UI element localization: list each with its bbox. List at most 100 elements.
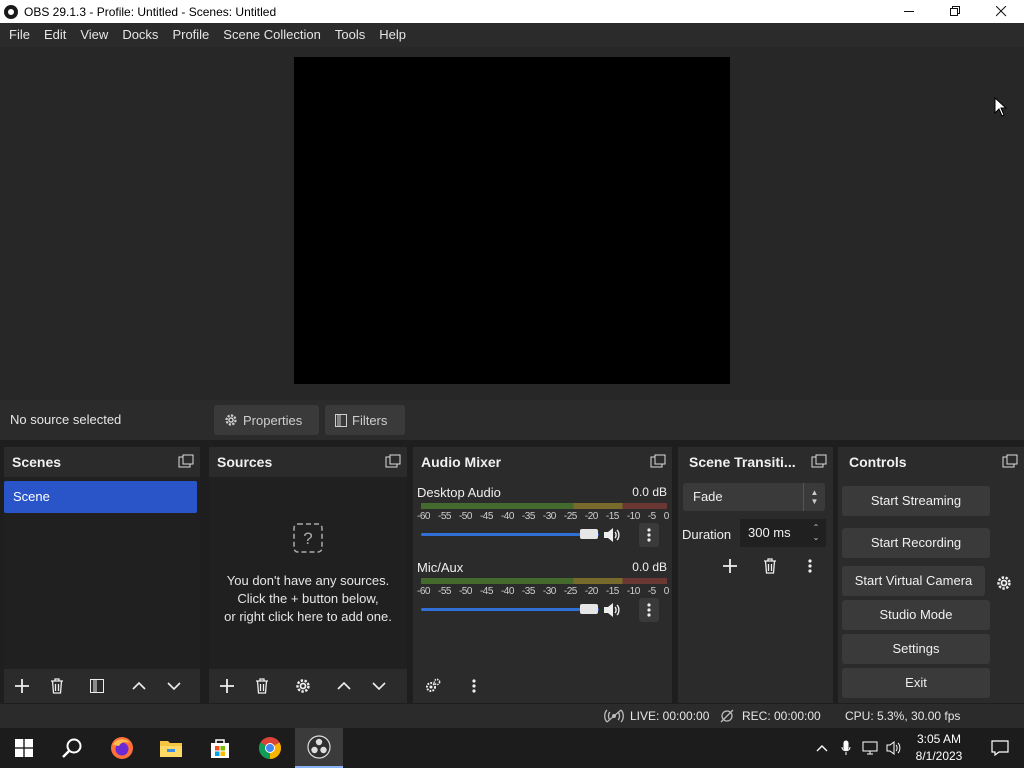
show-hidden-icons-button[interactable]: [810, 728, 834, 768]
restore-button[interactable]: [932, 0, 978, 23]
empty-sources-line2: Click the + button below,: [237, 591, 379, 606]
filters-button[interactable]: Filters: [325, 405, 405, 435]
scale-tick: -55: [437, 511, 451, 522]
advanced-audio-properties-button[interactable]: [418, 672, 448, 700]
cpu-text: CPU: 5.3%, 30.00 fps: [845, 709, 961, 723]
virtual-camera-settings-button[interactable]: [988, 568, 1020, 598]
start-virtual-camera-button[interactable]: Start Virtual Camera: [842, 566, 985, 596]
microphone-tray-button[interactable]: [834, 728, 858, 768]
scale-tick: -40: [500, 511, 514, 522]
menu-profile[interactable]: Profile: [165, 23, 216, 47]
firefox-taskbar-button[interactable]: [98, 728, 146, 768]
mixer-menu-button[interactable]: [459, 672, 489, 700]
scale-tick: -60: [417, 511, 430, 522]
add-source-button[interactable]: [212, 672, 242, 700]
preview-area[interactable]: [0, 47, 1024, 400]
properties-button[interactable]: Properties: [214, 405, 319, 435]
move-scene-down-button[interactable]: [159, 672, 189, 700]
start-streaming-button[interactable]: Start Streaming: [842, 486, 990, 516]
network-tray-button[interactable]: [858, 728, 882, 768]
menu-docks[interactable]: Docks: [115, 23, 165, 47]
select-arrows-icon: ▲ ▼: [803, 483, 825, 511]
add-transition-button[interactable]: [714, 552, 746, 580]
add-scene-button[interactable]: [7, 672, 37, 700]
volume-slider-handle[interactable]: [580, 529, 598, 539]
title-bar: OBS 29.1.3 - Profile: Untitled - Scenes:…: [0, 0, 1024, 23]
volume-slider-track[interactable]: [421, 608, 599, 611]
scale-tick: -40: [500, 586, 514, 597]
trash-icon: [256, 678, 268, 694]
file-explorer-icon: [160, 741, 182, 757]
sources-list[interactable]: ? You don't have any sources. Click the …: [209, 477, 407, 675]
move-source-down-button[interactable]: [364, 672, 394, 700]
menu-help[interactable]: Help: [372, 23, 413, 47]
scene-filters-button[interactable]: [82, 672, 112, 700]
properties-label: Properties: [243, 412, 303, 428]
volume-tray-button[interactable]: [882, 728, 906, 768]
undock-icon[interactable]: [650, 454, 666, 470]
file-explorer-taskbar-button[interactable]: [147, 728, 195, 768]
preview-canvas[interactable]: [294, 57, 730, 384]
speaker-icon[interactable]: [603, 527, 621, 543]
obs-logo-icon: [4, 4, 18, 19]
trash-icon: [51, 678, 63, 694]
channel-menu-button[interactable]: [639, 598, 659, 622]
remove-scene-button[interactable]: [42, 672, 72, 700]
windows-start-button[interactable]: [0, 728, 48, 768]
menu-tools[interactable]: Tools: [328, 23, 372, 47]
scenes-list[interactable]: Scene: [4, 477, 200, 675]
remove-source-button[interactable]: [247, 672, 277, 700]
channel-menu-button[interactable]: [639, 523, 659, 547]
source-properties-button[interactable]: [288, 672, 318, 700]
microsoft-store-taskbar-button[interactable]: [196, 728, 244, 768]
volume-slider-track[interactable]: [421, 533, 599, 536]
status-bar: LIVE: 00:00:00 REC: 00:00:00 CPU: 5.3%, …: [0, 704, 1024, 728]
rec-status: REC: 00:00:00: [720, 709, 821, 723]
undock-icon[interactable]: [178, 454, 194, 470]
volume-meter: [421, 503, 667, 509]
studio-mode-button[interactable]: Studio Mode: [842, 600, 990, 630]
duration-spinbox[interactable]: 300 ms ⌃ ⌄: [740, 519, 826, 547]
undock-icon[interactable]: [1002, 454, 1018, 470]
menu-scene-collection[interactable]: Scene Collection: [216, 23, 328, 47]
scale-tick: -5: [647, 511, 656, 522]
scale-tick: -60: [417, 586, 430, 597]
gear-icon: [296, 679, 310, 693]
chrome-icon: [259, 737, 281, 759]
chrome-taskbar-button[interactable]: [246, 728, 294, 768]
move-scene-up-button[interactable]: [124, 672, 154, 700]
transition-menu-button[interactable]: [794, 552, 826, 580]
close-button[interactable]: [978, 0, 1024, 23]
controls-dock: Controls Start Streaming Start Recording…: [838, 447, 1024, 703]
search-button[interactable]: [48, 728, 96, 768]
list-item-scene[interactable]: Scene: [4, 481, 197, 513]
undock-icon[interactable]: [385, 454, 401, 470]
volume-slider-handle[interactable]: [580, 604, 598, 614]
microphone-icon: [841, 740, 851, 755]
menu-view[interactable]: View: [73, 23, 115, 47]
menu-file[interactable]: File: [2, 23, 37, 47]
plus-icon: [15, 679, 29, 693]
start-recording-button[interactable]: Start Recording: [842, 528, 990, 558]
controls-title: Controls: [849, 454, 907, 470]
transition-select[interactable]: Fade ▲ ▼: [683, 483, 825, 511]
move-source-up-button[interactable]: [329, 672, 359, 700]
spin-arrows-icon[interactable]: ⌃ ⌄: [806, 519, 826, 547]
speaker-icon[interactable]: [603, 602, 621, 618]
remove-transition-button[interactable]: [754, 552, 786, 580]
notifications-button[interactable]: [976, 728, 1024, 768]
scale-tick: -30: [542, 586, 556, 597]
minimize-button[interactable]: [886, 0, 932, 23]
rec-time: REC: 00:00:00: [742, 709, 821, 723]
channel-db: 0.0 dB: [632, 560, 667, 574]
exit-button[interactable]: Exit: [842, 668, 990, 698]
menu-edit[interactable]: Edit: [37, 23, 73, 47]
filter-icon: [335, 413, 347, 427]
broadcast-icon: [604, 709, 624, 723]
clock[interactable]: 3:05 AM 8/1/2023: [906, 731, 972, 765]
scale-tick: -10: [626, 511, 640, 522]
window-title: OBS 29.1.3 - Profile: Untitled - Scenes:…: [24, 4, 277, 19]
obs-taskbar-button[interactable]: [295, 728, 343, 768]
settings-button[interactable]: Settings: [842, 634, 990, 664]
svg-text:?: ?: [303, 529, 312, 548]
